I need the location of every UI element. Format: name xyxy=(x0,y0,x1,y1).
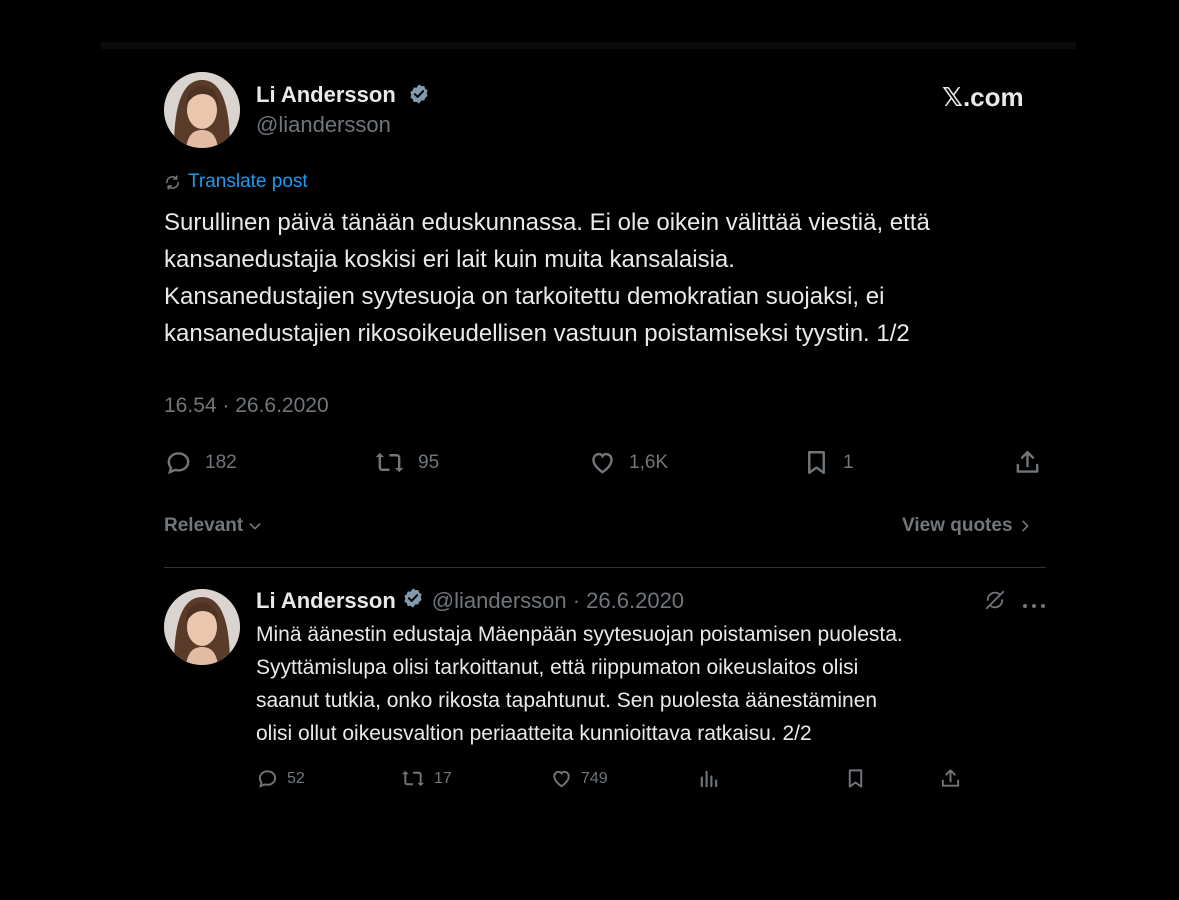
avatar-image xyxy=(164,589,240,665)
repost-icon xyxy=(401,770,425,787)
post-text-line: Surullinen päivä tänään eduskunnassa. Ei… xyxy=(164,209,930,236)
verified-badge-icon xyxy=(402,587,424,614)
reply-like-count: 749 xyxy=(581,769,608,787)
share-icon xyxy=(1016,451,1039,473)
reply-like-button[interactable]: 749 xyxy=(550,767,608,790)
repost-count: 95 xyxy=(418,451,440,473)
author-handle[interactable]: @liandersson xyxy=(256,112,391,138)
translate-post-link[interactable]: Translate post xyxy=(164,171,308,193)
analytics-icon xyxy=(700,770,718,788)
reply-handle-date[interactable]: @liandersson · 26.6.2020 xyxy=(432,588,684,614)
top-bar xyxy=(101,42,1076,49)
share-button[interactable] xyxy=(1013,448,1042,477)
share-icon xyxy=(941,769,960,787)
relevant-sort-dropdown[interactable]: Relevant xyxy=(164,515,263,537)
chevron-down-icon xyxy=(249,523,261,530)
post-text-line: kansanedustajien rikosoikeudellisen vast… xyxy=(164,320,910,347)
like-button[interactable]: 1,6K xyxy=(588,448,668,477)
bookmark-icon xyxy=(808,451,825,474)
reply-avatar[interactable] xyxy=(164,589,240,665)
post-text-line: kansanedustajia koskisi eri lait kuin mu… xyxy=(164,246,735,273)
post-text-line: Kansanedustajien syytesuoja on tarkoitet… xyxy=(164,283,885,310)
post-timestamp[interactable]: 16.54 · 26.6.2020 xyxy=(164,394,329,418)
author-name-text: Li Andersson xyxy=(256,82,396,107)
reply-text-line: Minä äänestin edustaja Mäenpään syytesuo… xyxy=(256,623,903,646)
reply-text: Minä äänestin edustaja Mäenpään syytesuo… xyxy=(256,618,903,750)
reply-author-name[interactable]: Li Andersson xyxy=(256,588,396,614)
view-quotes-label: View quotes xyxy=(902,515,1013,536)
views-button[interactable] xyxy=(697,767,720,790)
reply-reply-button[interactable]: 52 xyxy=(256,767,305,790)
view-quotes-link[interactable]: View quotes xyxy=(902,515,1033,537)
bookmark-button[interactable]: 1 xyxy=(802,448,854,477)
post-text: Surullinen päivä tänään eduskunnassa. Ei… xyxy=(164,204,930,352)
reply-icon xyxy=(258,770,277,788)
heart-icon xyxy=(553,770,570,788)
bookmark-count: 1 xyxy=(843,451,854,473)
avatar-image xyxy=(164,72,240,148)
reply-icon xyxy=(167,452,190,475)
bookmark-icon xyxy=(848,769,863,788)
translate-icon xyxy=(985,590,1005,610)
reply-text-line: saanut tutkia, onko rikosta tapahtunut. … xyxy=(256,689,878,712)
x-logo: 𝕏.com xyxy=(942,82,1024,112)
chevron-right-icon xyxy=(1021,520,1028,532)
reply-repost-count: 17 xyxy=(434,769,452,787)
reply-count: 182 xyxy=(205,451,237,473)
reply-bookmark-button[interactable] xyxy=(844,767,867,790)
repost-icon xyxy=(375,452,404,473)
more-icon xyxy=(1023,604,1045,608)
reply-header: Li Andersson @liandersson · 26.6.2020 xyxy=(256,587,684,614)
divider xyxy=(164,567,1046,568)
reply-text-line: olisi ollut oikeusvaltion periaatteita k… xyxy=(256,722,812,745)
verified-badge-icon xyxy=(408,83,430,111)
like-count: 1,6K xyxy=(629,451,669,473)
heart-icon xyxy=(592,452,613,474)
author-name[interactable]: Li Andersson xyxy=(256,82,430,111)
more-options-button[interactable] xyxy=(1022,597,1046,615)
relevant-sort-label: Relevant xyxy=(164,515,244,536)
reply-repost-button[interactable]: 17 xyxy=(400,767,452,790)
reply-button[interactable]: 182 xyxy=(164,448,237,477)
reply-share-button[interactable] xyxy=(939,767,962,790)
repost-button[interactable]: 95 xyxy=(373,448,439,477)
avatar[interactable] xyxy=(164,72,240,148)
reply-text-line: Syyttämislupa olisi tarkoittanut, että r… xyxy=(256,656,859,679)
translate-post-label: Translate post xyxy=(188,171,308,192)
translate-icon xyxy=(166,174,179,190)
reply-reply-count: 52 xyxy=(287,769,305,787)
reply-translate-button[interactable] xyxy=(984,589,1006,616)
